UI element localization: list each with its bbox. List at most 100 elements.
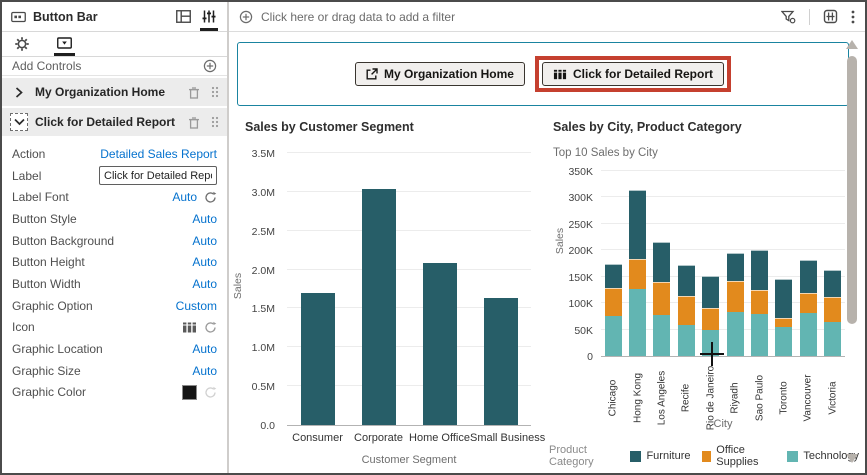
control-row-click-for-detailed-report[interactable]: Click for Detailed Report	[2, 108, 227, 136]
refresh-icon[interactable]	[204, 386, 217, 399]
bar-segment[interactable]	[677, 296, 695, 325]
stacked-bar[interactable]	[824, 269, 842, 356]
bar-segment[interactable]	[775, 326, 793, 356]
stacked-bar[interactable]	[775, 278, 793, 356]
scroll-down-arrow[interactable]	[846, 454, 858, 463]
bar-segment[interactable]	[751, 250, 769, 291]
tab-controls-button-control-icon[interactable]	[54, 32, 75, 56]
layout-panels-icon[interactable]	[174, 2, 193, 31]
bar-segment[interactable]	[799, 292, 817, 314]
bar-segment[interactable]	[824, 322, 842, 356]
bar-segment[interactable]	[751, 290, 769, 314]
trash-icon[interactable]	[188, 116, 200, 129]
bar[interactable]	[483, 298, 518, 425]
canvas-grid-icon[interactable]	[823, 9, 838, 24]
chart-sales-by-city-product-category[interactable]: Sales by City, Product Category Top 10 S…	[545, 120, 859, 472]
label-font-value-link[interactable]: Auto	[172, 190, 197, 204]
bar-segment[interactable]	[604, 263, 622, 289]
property-graphic-color: Graphic Color	[12, 382, 217, 404]
bar-segment[interactable]	[702, 276, 720, 308]
bar-segment[interactable]	[726, 312, 744, 356]
bar[interactable]	[361, 188, 396, 425]
y-tick-label: 3.0M	[251, 186, 275, 199]
stacked-bar[interactable]	[751, 250, 769, 356]
property-label: Label	[12, 165, 217, 187]
stacked-bar[interactable]	[677, 265, 695, 356]
bar-segment[interactable]	[653, 315, 671, 356]
drag-handle-icon[interactable]	[211, 116, 219, 128]
legend-item: Office Supplies	[702, 444, 775, 468]
stacked-bar[interactable]	[653, 242, 671, 356]
plot-area	[601, 170, 845, 357]
refresh-icon[interactable]	[204, 191, 217, 204]
kebab-menu-icon[interactable]	[851, 10, 855, 24]
bar-segment[interactable]	[629, 288, 647, 356]
refresh-icon[interactable]	[204, 321, 217, 334]
chart-sales-by-customer-segment[interactable]: Sales by Customer Segment Sales 0.0 0.5M 1…	[232, 120, 545, 466]
bar-segment[interactable]	[677, 324, 695, 356]
button-bar-icon	[11, 11, 26, 23]
y-tick-label: 3.5M	[251, 148, 275, 160]
bar-segment[interactable]	[726, 281, 744, 313]
graphic-location-value-link[interactable]: Auto	[192, 342, 217, 356]
plus-circle-icon[interactable]	[203, 59, 217, 73]
chevron-right-icon[interactable]	[10, 83, 28, 101]
bar[interactable]	[422, 262, 457, 425]
bar-segment[interactable]	[604, 288, 622, 317]
property-graphic-location: Graphic Location Auto	[12, 342, 217, 357]
table-icon[interactable]	[182, 322, 197, 333]
control-row-my-organization-home[interactable]: My Organization Home	[2, 78, 227, 106]
bar-segment[interactable]	[775, 278, 793, 318]
stacked-bar[interactable]	[629, 189, 647, 356]
label-input[interactable]	[99, 166, 217, 186]
scrollbar-thumb[interactable]	[847, 56, 857, 324]
bar[interactable]	[300, 292, 335, 425]
property-button-background: Button Background Auto	[12, 233, 217, 248]
graphic-size-value-link[interactable]: Auto	[192, 364, 217, 378]
graphic-option-value-link[interactable]: Custom	[176, 299, 217, 313]
click-for-detailed-report-button[interactable]: Click for Detailed Report	[541, 62, 725, 86]
trash-icon[interactable]	[188, 86, 200, 99]
x-category-label: Sao Paulo	[754, 374, 766, 422]
button-width-value-link[interactable]: Auto	[192, 277, 217, 291]
x-category-label: Hong Kong	[632, 372, 644, 424]
bar-segment[interactable]	[677, 265, 695, 297]
button-height-value-link[interactable]: Auto	[192, 255, 217, 269]
x-category-label: Vancouver	[802, 374, 814, 422]
bar-segment[interactable]	[702, 307, 720, 331]
tab-general-gear-icon[interactable]	[12, 32, 32, 56]
stacked-bar[interactable]	[726, 253, 744, 356]
drag-handle-icon[interactable]	[211, 86, 219, 98]
filter-bar[interactable]: Click here or drag data to add a filter	[229, 2, 865, 32]
property-icon: Icon	[12, 317, 217, 339]
bar-segment[interactable]	[653, 242, 671, 283]
legend-title: Product Category	[549, 444, 594, 468]
y-tick-label: 0.0	[260, 420, 275, 432]
color-swatch[interactable]	[182, 384, 197, 400]
bar-segment[interactable]	[775, 317, 793, 327]
bar-segment[interactable]	[751, 313, 769, 356]
stacked-bar[interactable]	[604, 263, 622, 356]
bar-segment[interactable]	[653, 282, 671, 316]
action-value-link[interactable]: Detailed Sales Report	[100, 147, 217, 161]
filter-prompt: Click here or drag data to add a filter	[261, 9, 456, 24]
scroll-up-arrow[interactable]	[846, 40, 858, 49]
bar-segment[interactable]	[799, 313, 817, 356]
sliders-icon[interactable]	[200, 2, 218, 31]
bar-segment[interactable]	[629, 189, 647, 260]
button-background-value-link[interactable]: Auto	[192, 234, 217, 248]
my-organization-home-button[interactable]: My Organization Home	[354, 62, 525, 86]
property-button-height: Button Height Auto	[12, 255, 217, 270]
bar-segment[interactable]	[604, 316, 622, 356]
bar-segment[interactable]	[824, 269, 842, 297]
chevron-down-icon[interactable]	[10, 113, 28, 131]
bar-segment[interactable]	[629, 259, 647, 289]
bar-segment[interactable]	[726, 253, 744, 282]
bar-segment[interactable]	[824, 296, 842, 323]
x-category-label: Riyadh	[729, 382, 741, 414]
button-style-value-link[interactable]: Auto	[192, 212, 217, 226]
stacked-bar[interactable]	[799, 259, 817, 356]
bar-segment[interactable]	[799, 259, 817, 293]
plus-circle-icon[interactable]	[239, 10, 253, 24]
filter-funnel-icon[interactable]	[781, 10, 796, 24]
